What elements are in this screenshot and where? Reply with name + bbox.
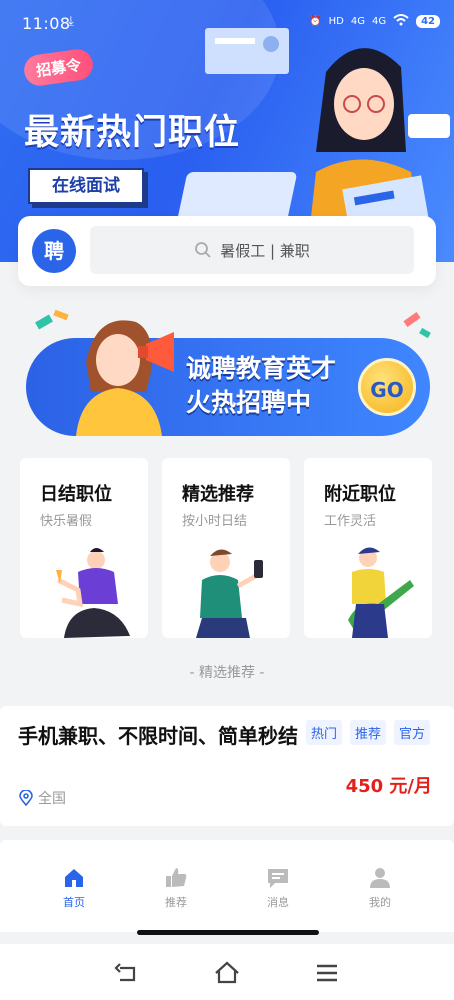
category-title: 附近职位 <box>324 484 396 505</box>
banner-line-2: 火热招聘中 <box>186 388 312 417</box>
user-icon <box>370 868 390 888</box>
bottom-tab-bar: 首页 推荐 消息 我的 <box>0 852 454 932</box>
tab-home[interactable]: 首页 <box>34 866 114 910</box>
tab-recommend[interactable]: 推荐 <box>136 866 216 910</box>
person-phone-icon <box>196 549 263 638</box>
tag-hot: 热门 <box>306 720 343 745</box>
hero-title: 最新热门职位 <box>24 113 241 153</box>
category-subtitle: 按小时日结 <box>182 514 248 529</box>
search-card: 聘 暑假工 | 兼职 <box>18 216 436 286</box>
category-title: 日结职位 <box>40 484 112 505</box>
tag-official: 官方 <box>394 720 431 745</box>
status-icons: ⏰ HD 4G 4G 42 <box>309 14 440 29</box>
battery-indicator: 42 <box>416 15 440 28</box>
tab-profile[interactable]: 我的 <box>340 866 420 910</box>
job-tags: 热门 推荐 官方 <box>306 720 431 745</box>
banner-text: 诚聘教育英才 火热招聘中 <box>186 352 336 420</box>
app-logo: 聘 <box>32 229 76 273</box>
search-placeholder: 暑假工 | 兼职 <box>220 241 310 260</box>
person-guitar-icon <box>348 547 414 638</box>
online-interview-button[interactable]: 在线面试 <box>28 168 144 204</box>
job-title: 手机兼职、不限时间、简单秒结 <box>18 724 298 748</box>
download-icon: ⤓ <box>68 14 74 29</box>
tag-recommend: 推荐 <box>350 720 387 745</box>
search-icon <box>195 242 211 258</box>
job-salary: 450 元/月 <box>345 776 432 797</box>
category-card-daily[interactable]: 日结职位 快乐暑假 <box>20 458 148 638</box>
tab-label: 首页 <box>63 896 85 909</box>
girl-megaphone-illustration <box>76 320 174 436</box>
banner-line-1: 诚聘教育英才 <box>186 354 337 383</box>
promo-banner[interactable]: 诚聘教育英才 火热招聘中 GO <box>26 309 431 436</box>
job-location: 全国 <box>18 788 66 808</box>
home-indicator[interactable] <box>137 930 319 935</box>
tab-label: 推荐 <box>165 896 187 909</box>
confetti <box>403 312 421 327</box>
confetti <box>35 314 53 330</box>
person-drink-icon <box>56 548 130 638</box>
wifi-icon <box>393 14 409 29</box>
confetti <box>419 327 431 339</box>
category-subtitle: 工作灵活 <box>324 514 377 529</box>
category-card-nearby[interactable]: 附近职位 工作灵活 <box>304 458 432 638</box>
message-icon <box>268 869 288 888</box>
back-icon[interactable] <box>114 960 140 986</box>
home-nav-icon[interactable] <box>214 960 240 986</box>
tab-label: 消息 <box>267 896 289 909</box>
hd-label: HD <box>328 16 344 27</box>
location-text: 全国 <box>38 791 66 807</box>
section-title: - 精选推荐 - <box>189 665 265 681</box>
category-subtitle: 快乐暑假 <box>40 514 93 529</box>
category-card-recommended[interactable]: 精选推荐 按小时日结 <box>162 458 290 638</box>
alarm-icon: ⏰ <box>309 16 322 27</box>
location-pin-icon <box>19 790 33 806</box>
tab-messages[interactable]: 消息 <box>238 866 318 910</box>
system-nav-bar <box>0 944 454 1000</box>
home-icon <box>65 869 83 887</box>
thumbs-up-icon <box>166 868 187 887</box>
menu-icon[interactable] <box>314 960 340 986</box>
signal-4g-2: 4G <box>371 16 387 27</box>
category-title: 精选推荐 <box>182 484 254 505</box>
resume-card-illustration <box>205 28 289 74</box>
go-button[interactable]: GO <box>358 358 416 416</box>
speech-bubble-illustration <box>408 114 450 138</box>
status-time: 11:08 <box>22 14 71 33</box>
tab-label: 我的 <box>369 896 391 909</box>
job-card[interactable]: 手机兼职、不限时间、简单秒结 热门 推荐 官方 450 元/月 全国 <box>0 706 454 826</box>
signal-4g-1: 4G <box>350 16 365 27</box>
search-input[interactable]: 暑假工 | 兼职 <box>90 226 414 274</box>
